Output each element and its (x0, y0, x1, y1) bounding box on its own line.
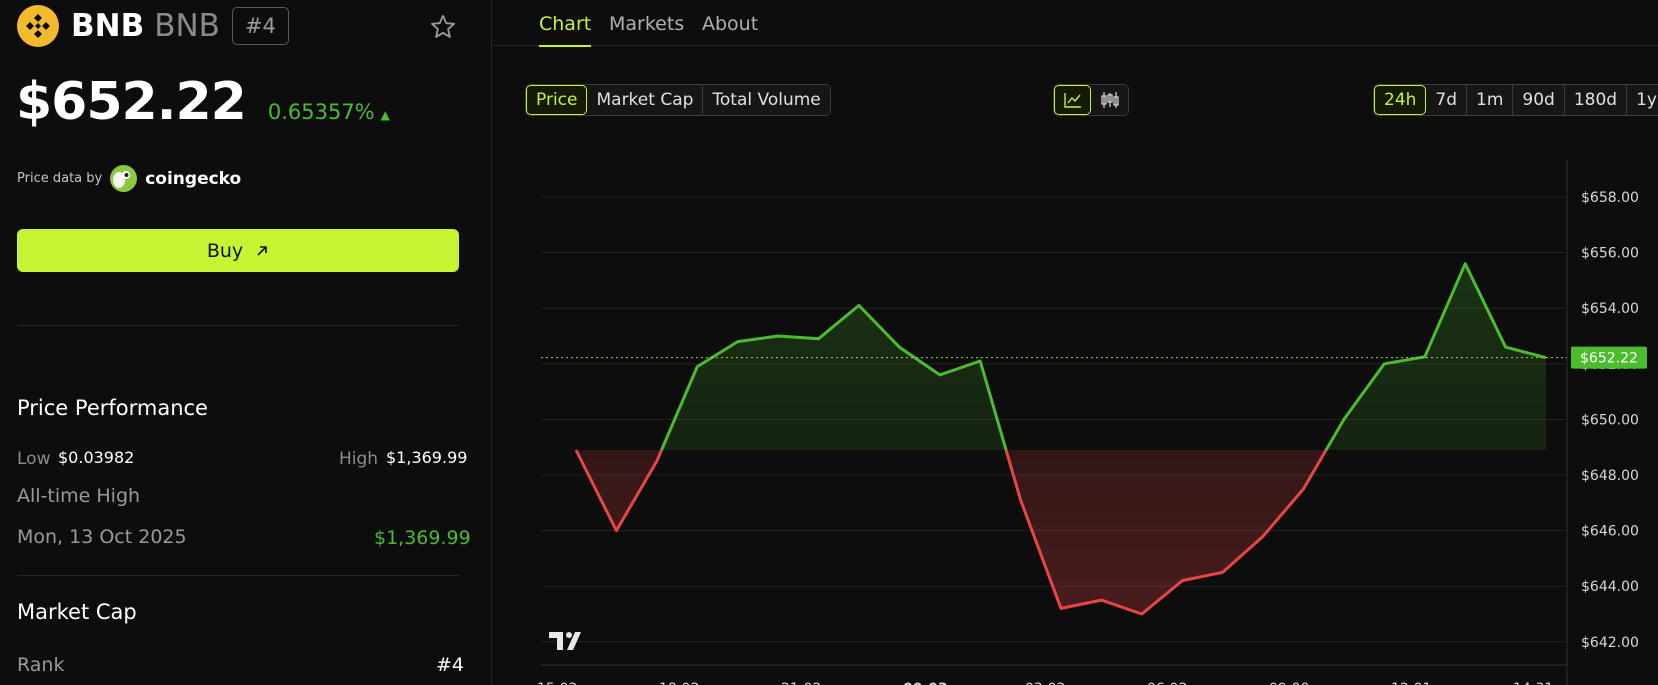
low-label: Low (17, 449, 51, 469)
chart-type-selector (1053, 84, 1129, 116)
candlestick-icon (1100, 92, 1119, 108)
x-tick-label: 14:31 (1513, 681, 1553, 685)
rank-badge: #4 (231, 7, 289, 45)
change-up-arrow-icon: ▲ (380, 108, 390, 122)
tab-bar: Chart Markets About (493, 0, 1658, 47)
ath-date: Mon, 13 Oct 2025 (17, 526, 187, 548)
tab-about[interactable]: About (702, 13, 758, 45)
range-1y-button[interactable]: 1y (1627, 85, 1658, 115)
candlestick-button[interactable] (1091, 85, 1128, 115)
x-tick-label: 15:02 (537, 681, 577, 685)
coin-header: BNB BNB #4 (17, 5, 289, 47)
tab-markets[interactable]: Markets (609, 13, 684, 45)
price-row: $652.22 0.65357% ▲ (16, 72, 390, 132)
y-tick-label: $642.00 (1581, 635, 1639, 651)
time-range-selector: 24h 7d 1m 90d 180d 1y (1373, 84, 1658, 116)
divider (17, 575, 459, 576)
ath-value: $1,369.99 (374, 527, 471, 549)
y-tick-label: $658.00 (1581, 190, 1639, 206)
provider-label: Price data by (17, 171, 103, 186)
x-tick-label: 18:02 (659, 681, 699, 685)
rank-value: #4 (436, 654, 465, 676)
y-tick-label: $646.00 (1581, 524, 1639, 540)
coin-name: BNB (71, 8, 145, 44)
y-tick-label: $650.00 (1581, 412, 1639, 428)
range-90d-button[interactable]: 90d (1513, 85, 1565, 115)
line-chart-button[interactable] (1054, 85, 1091, 115)
bnb-logo-icon (17, 5, 59, 47)
chart-panel: Chart Markets About Price Market Cap Tot… (493, 0, 1658, 685)
coin-summary-panel: BNB BNB #4 $652.22 0.65357% ▲ Price data… (0, 0, 492, 685)
metric-market-cap-button[interactable]: Market Cap (587, 85, 704, 115)
x-tick-label: 03:02 (1025, 681, 1065, 685)
range-24h-button[interactable]: 24h (1374, 85, 1427, 115)
line-chart-icon (1063, 93, 1081, 108)
watchlist-star-button[interactable] (428, 12, 458, 42)
current-price-label: $652.22 (1580, 351, 1638, 367)
price-chart[interactable]: $658.00$656.00$654.00$652.00$650.00$648.… (493, 160, 1658, 685)
ath-label: All-time High (17, 485, 141, 507)
x-tick-label: 09:00 (1269, 681, 1309, 685)
market-cap-title: Market Cap (17, 600, 137, 624)
coin-symbol: BNB (154, 8, 220, 44)
metric-total-volume-button[interactable]: Total Volume (703, 85, 830, 115)
coingecko-logo-icon (110, 165, 138, 192)
price-change-percent: 0.65357% (267, 100, 375, 124)
y-tick-label: $644.00 (1581, 579, 1639, 595)
y-tick-label: $654.00 (1581, 301, 1639, 317)
x-tick-label: 00:03 (903, 681, 948, 685)
provider-name[interactable]: coingecko (145, 169, 241, 189)
x-tick-label: 21:02 (781, 681, 821, 685)
y-tick-label: $648.00 (1581, 468, 1639, 484)
range-7d-button[interactable]: 7d (1426, 85, 1468, 115)
current-price: $652.22 (16, 72, 247, 132)
metric-price-button[interactable]: Price (526, 85, 588, 115)
range-180d-button[interactable]: 180d (1564, 85, 1628, 115)
x-tick-label: 12:01 (1391, 681, 1431, 685)
metric-selector: Price Market Cap Total Volume (525, 84, 831, 116)
low-value: $0.03982 (58, 448, 135, 467)
price-performance-title: Price Performance (17, 396, 208, 420)
buy-button[interactable]: Buy (17, 229, 459, 272)
y-tick-label: $656.00 (1581, 246, 1639, 262)
arrow-up-right-icon (257, 245, 267, 256)
price-provider: Price data by coingecko (17, 165, 241, 192)
high-value: $1,369.99 (386, 448, 468, 467)
divider (17, 325, 459, 326)
tradingview-logo-icon (549, 632, 581, 650)
x-tick-label: 06:02 (1147, 681, 1187, 685)
tab-chart[interactable]: Chart (539, 13, 592, 47)
buy-button-label: Buy (206, 239, 244, 262)
star-outline-icon (430, 14, 456, 38)
high-label: High (339, 449, 379, 469)
rank-label: Rank (17, 654, 65, 676)
range-1m-button[interactable]: 1m (1467, 85, 1514, 115)
